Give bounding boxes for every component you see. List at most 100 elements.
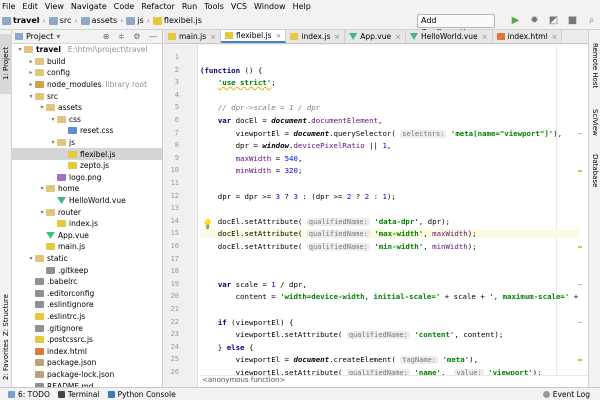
breadcrumb-item[interactable]: assets › [80,16,123,25]
code-line[interactable]: dpr = window.devicePixelRatio || 1, [200,141,392,150]
editor-tab[interactable]: App.vue × [345,30,406,43]
debug-icon[interactable]: ✹ [528,15,541,27]
chevron-down-icon[interactable]: ▾ [38,185,46,192]
tree-item[interactable]: ▸ node_modules library root [12,79,162,91]
code-line[interactable]: 'use strict'; [200,78,276,87]
error-stripe-mark[interactable] [578,170,582,172]
database-tab[interactable]: Database [589,148,600,194]
tree-item[interactable]: .editorconfig [12,287,162,299]
tree-item[interactable]: flexibel.js [12,148,162,160]
tree-item[interactable]: README.md [12,380,162,387]
sciview-tab[interactable]: SciView [589,102,600,142]
tree-item[interactable]: package.json [12,357,162,369]
chevron-down-icon[interactable]: ▾ [49,139,57,146]
tree-item[interactable]: ▾ static [12,253,162,265]
breadcrumb-item[interactable]: js › [126,16,150,25]
breadcrumb-item[interactable]: travel › [2,16,46,25]
code-line[interactable]: docEl.setAttribute( qualifiedName: 'min-… [200,242,477,251]
breadcrumb-item[interactable]: src › [48,16,78,25]
run-icon[interactable]: ▶ [509,15,522,27]
tree-item[interactable]: .postcssrc.js [12,334,162,346]
todo-tool-button[interactable]: 6: TODO [8,390,50,399]
menu-code[interactable]: Code [114,2,134,11]
code-line[interactable]: (function () { [200,66,262,75]
menu-window[interactable]: Window [254,2,286,11]
code-editor[interactable]: 1 2 3 4 5 6 7 8 9 10 11 12 13 14 15 16 17 18 19 20 21 22 23 24 2… [164,45,588,387]
tree-item[interactable]: zepto.js [12,160,162,172]
tree-item[interactable]: index.html [12,345,162,357]
code-line[interactable]: docEl.setAttribute( qualifiedName: 'data… [200,217,450,226]
tree-item[interactable]: .eslintignore [12,299,162,311]
chevron-down-icon[interactable]: ▾ [27,255,35,262]
code-line[interactable]: minWidth = 320; [200,166,303,175]
editor-tab[interactable]: index.js × [286,30,346,43]
code-line[interactable]: var docEl = document.documentElement, [200,116,383,125]
tree-item[interactable]: ▾ js [12,137,162,149]
editor-tab[interactable]: main.js × [164,30,221,43]
tree-item[interactable]: ▾ travel E:\html\project\travel [12,44,162,56]
code-line[interactable]: } else { [200,343,254,352]
coverage-icon[interactable]: ◩ [547,15,560,27]
code-line[interactable]: viewportEl = document.querySelector( sel… [200,129,562,138]
chevron-right-icon[interactable]: ▸ [27,81,35,88]
tree-item[interactable]: logo.png [12,172,162,184]
close-icon[interactable]: × [482,33,488,41]
menu-edit[interactable]: Edit [22,2,38,11]
project-tool-tab[interactable]: 1: Project [0,34,12,94]
editor-tab[interactable]: HelloWorld.vue × [405,30,493,43]
close-icon[interactable]: × [334,33,340,41]
code-line[interactable]: maxWidth = 540, [200,154,303,163]
menu-tools[interactable]: Tools [204,2,224,11]
terminal-tool-button[interactable]: Terminal [57,390,100,399]
close-icon[interactable]: × [276,32,282,40]
chevron-right-icon[interactable]: ▸ [27,58,35,65]
error-stripe-mark[interactable] [578,246,582,248]
tree-item[interactable]: reset.css [12,125,162,137]
lightbulb-icon[interactable]: 💡 [202,220,213,230]
close-icon[interactable]: × [395,33,401,41]
chevron-down-icon[interactable]: ▾ [38,209,46,216]
event-log-button[interactable]: Event Log [542,390,590,399]
close-icon[interactable]: × [552,33,558,41]
chevron-down-icon[interactable]: ▾ [49,116,57,123]
project-view-selector[interactable]: Project [26,32,53,41]
code-line[interactable]: viewportEl.setAttribute( qualifiedName: … [200,330,503,340]
tree-item[interactable]: index.js [12,218,162,230]
chevron-down-icon[interactable]: ▾ [16,46,24,53]
tree-item[interactable]: package-lock.json [12,369,162,381]
tree-item[interactable]: ▾ router [12,206,162,218]
tree-item[interactable]: App.vue [12,230,162,242]
error-stripe-mark[interactable] [578,132,582,135]
code-line[interactable]: content = 'width=device-width, initial-s… [200,292,580,301]
code-line[interactable]: var scale = 1 / dpr, [200,280,307,289]
menu-navigate[interactable]: Navigate [71,2,107,11]
menu-view[interactable]: View [45,2,64,11]
code-line[interactable]: // dpr->scale = 1 / dpr [200,103,320,112]
tree-item[interactable]: .babelrc [12,276,162,288]
tree-item[interactable]: .gitkeep [12,264,162,276]
menu-run[interactable]: Run [182,2,197,11]
code-line[interactable]: viewportEl = document.createElement( tag… [200,355,478,365]
tree-item[interactable]: ▾ css [12,114,162,126]
search-icon[interactable]: ⌕ [585,15,598,27]
code-line[interactable]: docEl.setAttribute( qualifiedName: 'max-… [200,229,580,239]
stop-icon[interactable]: ■ [566,15,579,27]
code-line[interactable]: if (viewportEl) { [200,318,294,327]
tree-item[interactable]: ▾ src [12,90,162,102]
tree-item[interactable]: ▾ home [12,183,162,195]
tree-item[interactable]: main.js [12,241,162,253]
chevron-right-icon[interactable]: ▸ [27,69,35,76]
close-icon[interactable]: × [210,33,216,41]
editor-tab[interactable]: index.html × [492,30,563,43]
chevron-down-icon[interactable]: ▾ [38,104,46,111]
menu-refactor[interactable]: Refactor [141,2,175,11]
panel-tools[interactable]: ⊕ ≑ ⚙ — [103,32,162,41]
tree-item[interactable]: HelloWorld.vue [12,195,162,207]
code-area[interactable]: (function () { 'use strict'; // dpr->sca… [200,45,580,375]
error-stripe-mark[interactable] [578,359,582,361]
menu-help[interactable]: Help [293,2,311,11]
chevron-down-icon[interactable]: ▾ [56,32,60,41]
code-line[interactable]: viewportEl.setAttribute( qualifiedName: … [200,368,542,375]
add-configuration-button[interactable]: Add Configuration... [417,14,495,37]
remote-host-tab[interactable]: Remote Host [589,36,600,96]
